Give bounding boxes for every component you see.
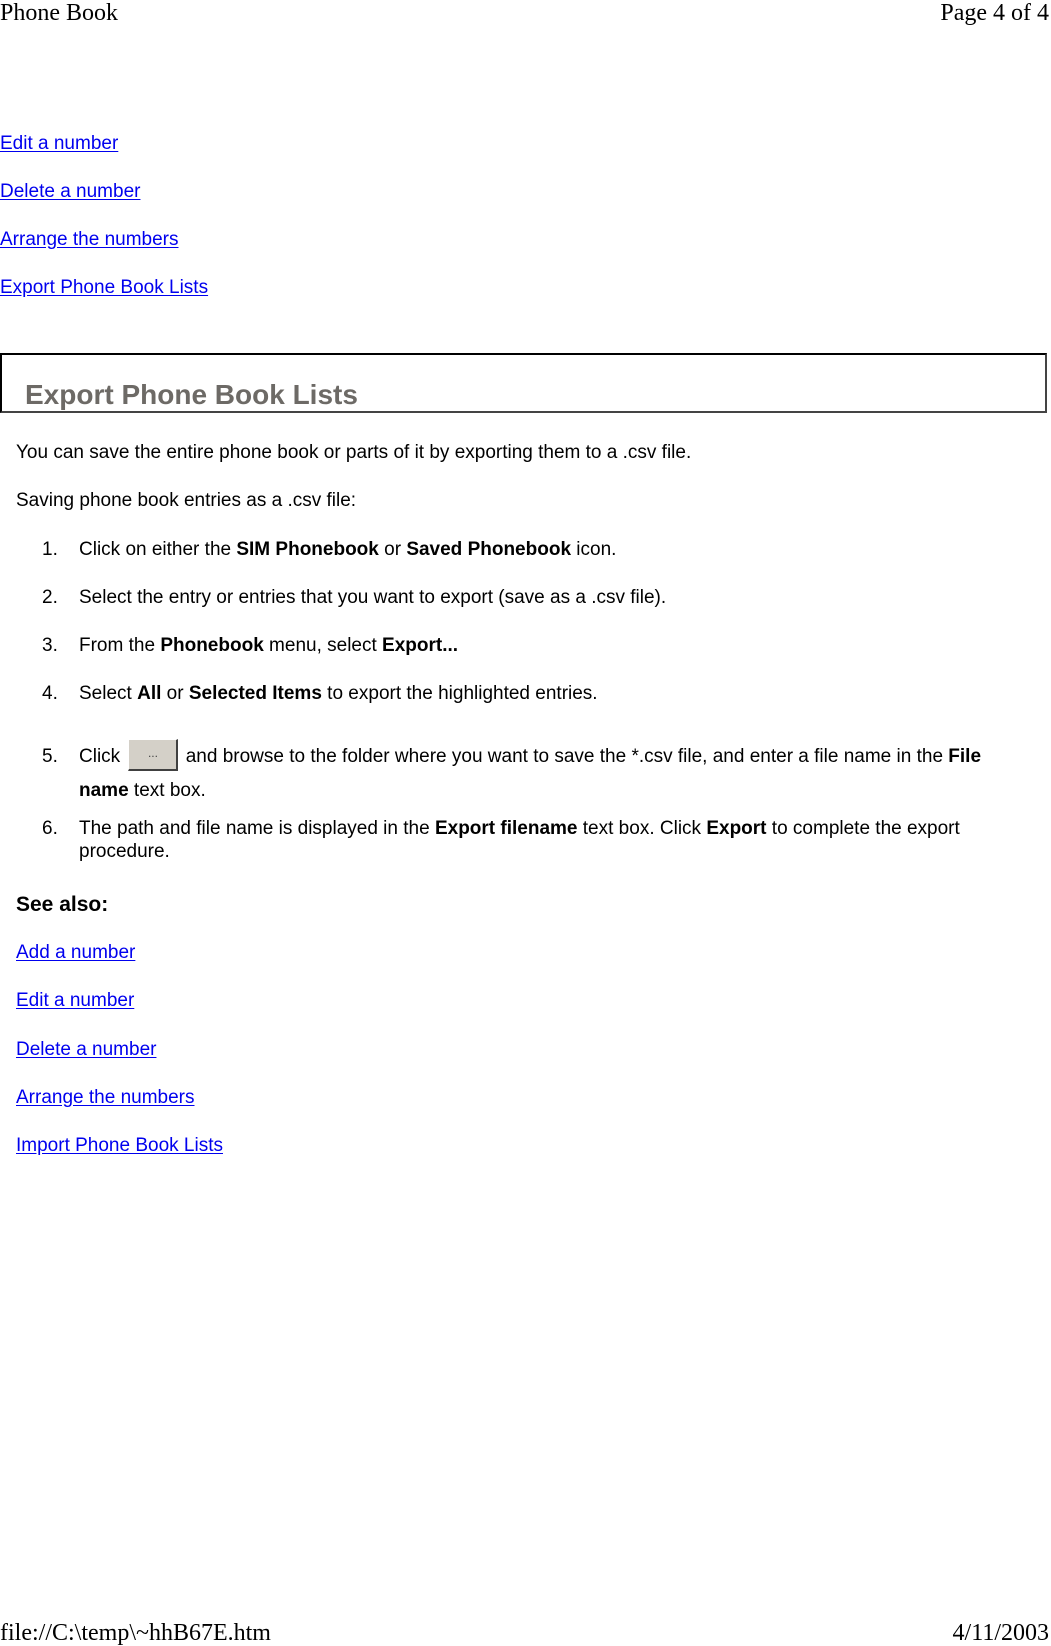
bold-term: Export [706, 818, 767, 839]
step-number: 4. [42, 683, 58, 704]
step-text: Click ... and browse to the folder where… [79, 739, 1032, 802]
print-date: 4/11/2003 [952, 1620, 1049, 1646]
bold-term: File name [79, 746, 982, 801]
bold-term: SIM Phonebook [236, 539, 379, 560]
procedure-subheading: Saving phone book entries as a .csv file… [16, 490, 357, 511]
step-text: Select the entry or entries that you wan… [79, 587, 667, 608]
bold-term: Phonebook [160, 635, 264, 656]
bold-term: Export... [382, 635, 459, 656]
see-also-link-edit-a-number[interactable]: Edit a number [16, 990, 134, 1011]
see-also-link-arrange-the-numbers[interactable]: Arrange the numbers [16, 1087, 195, 1108]
link-arrange-the-numbers[interactable]: Arrange the numbers [0, 229, 179, 250]
link-edit-a-number[interactable]: Edit a number [0, 133, 118, 154]
section-title: Export Phone Book Lists [25, 379, 358, 410]
step-number: 1. [42, 539, 58, 560]
see-also-link-add-a-number[interactable]: Add a number [16, 942, 135, 963]
step-text: From the Phonebook menu, select Export..… [79, 635, 459, 656]
step-item: 4. Select All or Selected Items to expor… [42, 682, 1032, 705]
step-number: 3. [42, 635, 58, 656]
bold-term: Selected Items [188, 683, 322, 704]
step-item: 3. From the Phonebook menu, select Expor… [42, 634, 1032, 657]
bold-term: Saved Phonebook [406, 539, 572, 560]
step-item: 1. Click on either the SIM Phonebook or … [42, 538, 1032, 561]
link-delete-a-number[interactable]: Delete a number [0, 181, 140, 202]
see-also-link-import-phone-book-lists[interactable]: Import Phone Book Lists [16, 1135, 223, 1156]
file-url: file://C:\temp\~hhB67E.htm [0, 1620, 271, 1646]
document-title: Phone Book [0, 0, 119, 26]
page-number: Page 4 of 4 [940, 0, 1049, 26]
bold-term: All [137, 683, 162, 704]
see-also-link-delete-a-number[interactable]: Delete a number [16, 1039, 156, 1060]
intro-paragraph: You can save the entire phone book or pa… [16, 442, 692, 463]
step-item: 5. Click ... and browse to the folder wh… [42, 739, 1032, 802]
step-number: 2. [42, 587, 58, 608]
step-text: The path and file name is displayed in t… [79, 818, 960, 862]
step-text: Select All or Selected Items to export t… [79, 683, 598, 704]
browse-button-image: ... [128, 739, 179, 771]
step-item: 6. The path and file name is displayed i… [42, 817, 1032, 863]
step-number: 6. [42, 818, 58, 839]
see-also-heading: See also: [16, 893, 109, 916]
step-text: Click on either the SIM Phonebook or Sav… [79, 539, 617, 560]
step-number: 5. [42, 746, 58, 767]
bold-term: Export filename [434, 818, 578, 839]
link-export-phone-book-lists[interactable]: Export Phone Book Lists [0, 277, 208, 298]
step-item: 2. Select the entry or entries that you … [42, 586, 1032, 609]
